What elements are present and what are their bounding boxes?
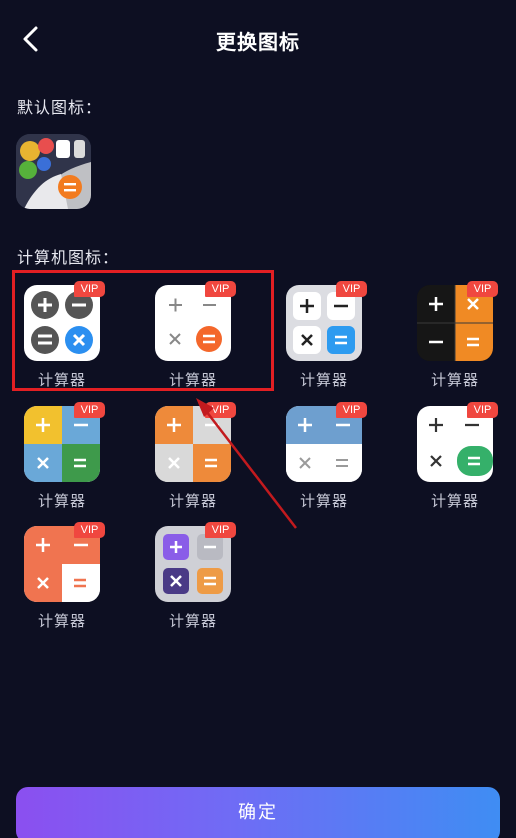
default-icon-label: 默认图标： bbox=[17, 98, 103, 117]
page-title: 更换图标 bbox=[216, 30, 300, 54]
header: 更换图标 bbox=[0, 0, 516, 80]
vip-badge: VIP bbox=[336, 281, 367, 297]
vip-badge: VIP bbox=[467, 402, 498, 418]
icon-option-10[interactable]: VIP 计算器 bbox=[145, 522, 265, 646]
default-icon-artwork bbox=[16, 134, 91, 209]
icon-option-label: 计算器 bbox=[37, 371, 86, 389]
vip-badge: VIP bbox=[74, 402, 105, 418]
vip-badge: VIP bbox=[74, 522, 105, 538]
icon-option-label: 计算器 bbox=[37, 612, 86, 630]
calculator-icons-label: 计算机图标： bbox=[17, 248, 120, 267]
icon-option-label: 计算器 bbox=[168, 492, 217, 510]
icon-option-label: 计算器 bbox=[430, 492, 479, 510]
icon-option-3[interactable]: VIP 计算器 bbox=[276, 281, 396, 405]
icon-option-label: 计算器 bbox=[430, 371, 479, 389]
icon-option-5[interactable]: VIP 计算器 bbox=[14, 402, 134, 526]
icon-option-9[interactable]: VIP 计算器 bbox=[14, 522, 134, 646]
icon-option-2[interactable]: VIP 计算器 bbox=[145, 281, 265, 405]
icon-option-6[interactable]: VIP 计算器 bbox=[145, 402, 265, 526]
icon-option-1[interactable]: VIP 计算器 bbox=[14, 281, 134, 405]
icon-option-label: 计算器 bbox=[299, 371, 348, 389]
icon-option-label: 计算器 bbox=[168, 371, 217, 389]
vip-badge: VIP bbox=[205, 522, 236, 538]
confirm-button[interactable]: 确定 bbox=[16, 787, 500, 838]
change-icon-page: 更换图标 默认图标： 计算机图标： VIP 计算器 VIP 计算器 VIP 计算… bbox=[0, 0, 516, 838]
icon-option-4[interactable]: VIP 计算器 bbox=[407, 281, 516, 405]
vip-badge: VIP bbox=[205, 281, 236, 297]
vip-badge: VIP bbox=[467, 281, 498, 297]
icon-option-7[interactable]: VIP 计算器 bbox=[276, 402, 396, 526]
icon-option-label: 计算器 bbox=[37, 492, 86, 510]
vip-badge: VIP bbox=[74, 281, 105, 297]
vip-badge: VIP bbox=[205, 402, 236, 418]
icon-option-label: 计算器 bbox=[299, 492, 348, 510]
vip-badge: VIP bbox=[336, 402, 367, 418]
icon-option-label: 计算器 bbox=[168, 612, 217, 630]
default-app-icon[interactable] bbox=[16, 134, 91, 209]
icon-option-8[interactable]: VIP 计算器 bbox=[407, 402, 516, 526]
